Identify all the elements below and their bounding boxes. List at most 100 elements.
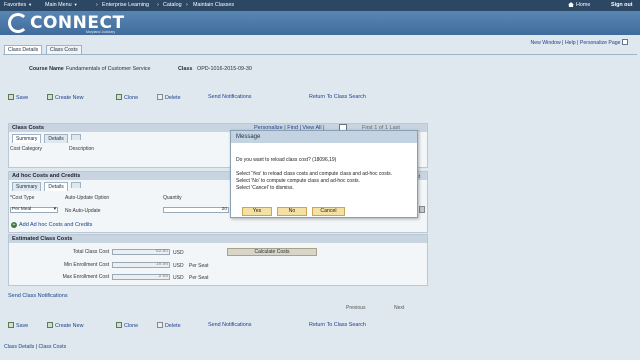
col-description: Description [69, 146, 95, 152]
add-icon: + [11, 222, 17, 228]
favorites-menu[interactable]: Favorites ▼ [4, 2, 32, 8]
delete-row-icon[interactable] [419, 206, 425, 213]
quantity-input[interactable]: 20 [163, 207, 229, 213]
delete-label: Delete [165, 323, 181, 329]
personalize-page-link[interactable]: Personalize Page [580, 40, 621, 46]
col-auto-update: Auto-Update Option [65, 195, 110, 201]
min-enrollment-cost-label: Min Enrollment Cost [63, 262, 109, 268]
max-enrollment-cost-value: 2.65 [112, 274, 170, 280]
signout-link[interactable]: Sign out [611, 2, 633, 8]
delete-icon [157, 322, 163, 328]
dialog-body: Do you want to reload class cost? (18096… [236, 157, 416, 192]
min-currency: USD [173, 263, 184, 269]
add-adhoc-costs-link[interactable]: + Add Ad hoc Costs and Credits [11, 222, 92, 228]
create-new-label: Create New [55, 323, 84, 329]
clone-button[interactable]: Clone [116, 94, 138, 101]
class-label: Class [178, 66, 193, 72]
footer-class-costs-link[interactable]: Class Costs [39, 344, 67, 350]
yes-button[interactable]: Yes [242, 207, 272, 216]
grid-show-all-icon[interactable] [70, 182, 81, 188]
chevron-down-icon: ▼ [73, 2, 78, 7]
main-menu-label: Main Menu [45, 2, 72, 8]
create-new-button[interactable]: Create New [47, 322, 83, 329]
clone-label: Clone [124, 95, 139, 101]
dialog-line-no: Select 'No' to compute compute class and… [236, 178, 360, 184]
clone-icon [116, 322, 122, 328]
save-button[interactable]: Save [8, 322, 28, 329]
class-costs-subtabs: Summary Details [9, 134, 81, 143]
create-new-button[interactable]: Create New [47, 94, 83, 101]
clone-icon [116, 94, 122, 100]
course-name-label: Course Name [29, 66, 64, 72]
breadcrumb-catalog[interactable]: Catalog [163, 2, 182, 8]
clone-button[interactable]: Clone [116, 322, 138, 329]
save-icon [8, 322, 14, 328]
col-cost-type: *Cost Type [10, 195, 35, 201]
max-per-seat: Per Seat [189, 275, 209, 281]
class-costs-tab-details[interactable]: Details [44, 134, 68, 143]
new-window-link[interactable]: New Window [530, 40, 560, 46]
save-button[interactable]: Save [8, 94, 28, 101]
footer-links: Class Details | Class Costs [4, 344, 67, 350]
breadcrumb-enterprise-learning[interactable]: Enterprise Learning [102, 2, 149, 8]
logo-tagline: Maryland Judiciary [86, 30, 116, 34]
cost-type-value: Per Meal [12, 207, 32, 212]
clone-label: Clone [124, 323, 139, 329]
dialog-title: Message [231, 131, 417, 143]
estimated-costs-title: Estimated Class Costs [9, 235, 427, 243]
total-class-cost-label: Total Class Cost [72, 249, 109, 255]
send-notifications-button[interactable]: Send Notifications [208, 322, 251, 328]
return-to-class-search-button[interactable]: Return To Class Search [309, 322, 366, 328]
send-notifications-button[interactable]: Send Notifications [208, 94, 251, 100]
tab-class-details[interactable]: Class Details [4, 45, 43, 54]
delete-button[interactable]: Delete [157, 94, 181, 101]
adhoc-tab-details[interactable]: Details [44, 182, 68, 191]
calculate-costs-button[interactable]: Calculate Costs [227, 248, 317, 256]
grid-show-all-icon[interactable] [70, 134, 81, 140]
return-to-class-search-button[interactable]: Return To Class Search [309, 94, 366, 100]
cost-type-select[interactable]: Per Meal ▾ [10, 207, 58, 213]
message-dialog: Message Do you want to reload class cost… [230, 130, 418, 218]
adhoc-tab-summary[interactable]: Summary [12, 182, 42, 191]
home-label: Home [576, 2, 591, 8]
create-new-icon [47, 322, 53, 328]
header-banner: CONNECT Maryland Judiciary [0, 11, 640, 35]
delete-icon [157, 94, 163, 100]
class-costs-tab-summary[interactable]: Summary [12, 134, 42, 143]
dialog-question: Do you want to reload class cost? (18096… [236, 157, 337, 163]
estimated-costs-panel: Estimated Class Costs Total Class Cost 8… [8, 234, 428, 286]
utility-links: New Window | Help | Personalize Page [530, 39, 628, 46]
home-link[interactable]: Home [568, 2, 590, 8]
tab-divider [3, 54, 637, 55]
total-class-cost-value: 82.80 [112, 249, 170, 255]
delete-button[interactable]: Delete [157, 322, 181, 329]
footer-class-details-link[interactable]: Class Details [4, 344, 34, 350]
breadcrumb-sep-icon: › [96, 2, 98, 8]
previous-link[interactable]: Previous [346, 305, 365, 311]
tab-class-costs[interactable]: Class Costs [46, 45, 82, 54]
connect-logo-icon [8, 13, 28, 33]
help-link[interactable]: Help [565, 40, 576, 46]
adhoc-subtabs: Summary Details [9, 182, 81, 191]
send-class-notifications-link[interactable]: Send Class Notifications [8, 293, 68, 299]
save-label: Save [16, 323, 29, 329]
col-cost-category: Cost Category [10, 146, 42, 152]
top-nav-bar: Favorites ▼ Main Menu ▼ › Enterprise Learn… [0, 0, 640, 11]
main-menu[interactable]: Main Menu ▼ [45, 2, 78, 8]
auto-update-value: No Auto-Update [65, 208, 101, 214]
min-per-seat: Per Seat [189, 263, 209, 269]
dialog-line-cancel: Select 'Cancel' to dismiss. [236, 185, 294, 191]
dialog-line-yes: Select 'Yes' to reload class costs and c… [236, 171, 392, 177]
min-enrollment-cost-value: 16.56 [112, 262, 170, 268]
chevron-down-icon: ▾ [53, 207, 56, 212]
favorites-label: Favorites [4, 2, 27, 8]
cancel-button[interactable]: Cancel [312, 207, 345, 216]
total-currency: USD [173, 250, 184, 256]
page-options-icon[interactable] [622, 39, 628, 45]
course-name-value: Fundamentals of Customer Service [66, 66, 151, 72]
breadcrumb-maintain-classes[interactable]: Maintain Classes [193, 2, 234, 8]
chevron-down-icon: ▼ [28, 2, 33, 7]
bottom-toolbar: Save Create New Clone Delete Send Notifi… [8, 321, 428, 331]
next-link[interactable]: Next [394, 305, 404, 311]
no-button[interactable]: No [277, 207, 307, 216]
